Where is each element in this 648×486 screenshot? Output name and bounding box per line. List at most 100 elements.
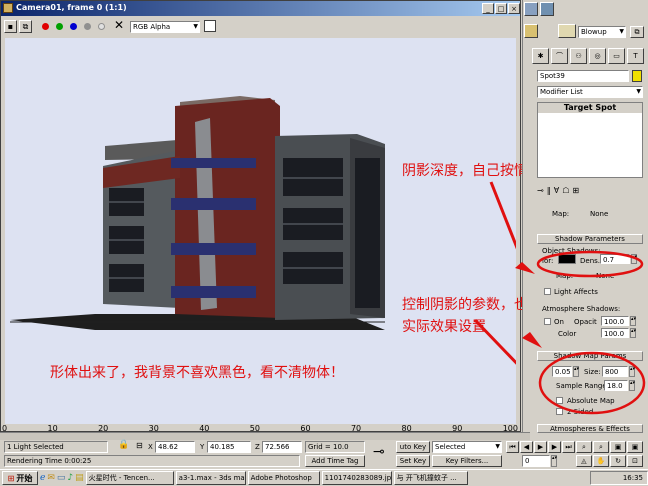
- add-time-tag-button[interactable]: Add Time Tag: [305, 455, 365, 467]
- remove-modifier-icon[interactable]: ☖: [562, 186, 569, 200]
- shadow-map-params-rollout[interactable]: Shadow Map Params: [537, 351, 643, 361]
- red-channel-icon[interactable]: [42, 23, 49, 30]
- stack-item-target-spot[interactable]: Target Spot: [538, 103, 642, 113]
- x-coordinate-field[interactable]: 48.62: [155, 441, 195, 453]
- object-name-field[interactable]: Spot39: [537, 70, 629, 82]
- key-icon[interactable]: ⊸: [373, 444, 385, 460]
- next-frame-icon[interactable]: ▶: [548, 441, 561, 453]
- configure-sets-icon[interactable]: ⊞: [572, 186, 579, 200]
- zoom-extents-icon[interactable]: ▣: [610, 441, 626, 453]
- atmos-color-spinner[interactable]: ▴▾: [630, 328, 636, 338]
- task-item[interactable]: 与 开飞机撞蚊子 ...: [393, 471, 468, 485]
- density-spinner[interactable]: ▴▾: [631, 254, 637, 264]
- play-icon[interactable]: ▶: [534, 441, 547, 453]
- size-spinner[interactable]: ▴▾: [629, 366, 635, 377]
- monochrome-icon[interactable]: [98, 23, 105, 30]
- render-last-icon[interactable]: ⧉: [630, 26, 644, 38]
- field-of-view-icon[interactable]: ◬: [576, 454, 592, 467]
- prev-frame-icon[interactable]: ◀: [520, 441, 533, 453]
- minimize-button[interactable]: _: [482, 3, 494, 14]
- channel-select[interactable]: RGB Alpha ▼: [130, 21, 200, 33]
- maximize-button[interactable]: □: [495, 3, 507, 14]
- atmos-color-input[interactable]: 100.0: [601, 328, 629, 338]
- frame-input[interactable]: 0: [522, 455, 550, 467]
- pan-icon[interactable]: ✋: [593, 454, 609, 467]
- go-to-end-icon[interactable]: ⏭: [562, 441, 575, 453]
- create-tab-icon[interactable]: ✱: [532, 48, 549, 64]
- frame-spinner[interactable]: ▴▾: [551, 455, 557, 467]
- opacity-spinner[interactable]: ▴▾: [630, 316, 636, 326]
- make-unique-icon[interactable]: ∀: [554, 186, 559, 200]
- taskbar: ⊞ 开始 ℯ ✉ ▭ ♪ ▤ 火星时代 - Tencen... a3-1.max …: [0, 469, 648, 486]
- green-channel-icon[interactable]: [56, 23, 63, 30]
- size-input[interactable]: 800: [602, 366, 628, 377]
- pin-stack-icon[interactable]: ⊸: [537, 186, 544, 200]
- set-key-button[interactable]: Set Key: [396, 455, 430, 467]
- outlook-icon[interactable]: ✉: [47, 473, 55, 483]
- render-type-select[interactable]: Blowup ▼: [578, 26, 626, 38]
- size-label: Size:: [584, 368, 601, 376]
- shadow-map-value[interactable]: None: [596, 272, 614, 280]
- opacity-input[interactable]: 100.0: [601, 316, 629, 326]
- close-button[interactable]: ×: [508, 3, 520, 14]
- density-input[interactable]: 0.7: [600, 254, 630, 264]
- render-region-icon[interactable]: [558, 24, 576, 38]
- z-coordinate-field[interactable]: 72.566: [262, 441, 302, 453]
- two-sided-checkbox[interactable]: [556, 408, 563, 415]
- absolute-map-checkbox[interactable]: [556, 397, 563, 404]
- task-item[interactable]: 火星时代 - Tencen...: [85, 471, 174, 485]
- teapot-icon[interactable]: [524, 24, 538, 38]
- copy-icon[interactable]: ⧉: [19, 20, 32, 33]
- media-icon[interactable]: ♪: [67, 473, 73, 483]
- sample-range-spinner[interactable]: ▴▾: [629, 380, 635, 391]
- orbit-icon[interactable]: ↻: [610, 454, 626, 467]
- alpha-channel-icon[interactable]: [84, 23, 91, 30]
- modify-tab-icon[interactable]: ⌒: [551, 48, 568, 64]
- transform-mode-icon[interactable]: ⊟: [136, 441, 143, 450]
- key-filters-button[interactable]: Key Filters...: [432, 455, 502, 467]
- color-swatch[interactable]: [204, 20, 216, 32]
- task-item[interactable]: 1101740283089.jp...: [321, 471, 392, 485]
- sample-range-input[interactable]: 18.0: [604, 380, 628, 391]
- task-item[interactable]: a3-1.max - 3ds ma...: [175, 471, 246, 485]
- blue-channel-icon[interactable]: [70, 23, 77, 30]
- shadow-parameters-rollout[interactable]: Shadow Parameters: [537, 234, 643, 244]
- zoom-extents-all-icon[interactable]: ▣: [627, 441, 643, 453]
- viewport-navigation: ⌕ ⌕ ▣ ▣ ◬ ✋ ↻ ⊡: [576, 441, 646, 467]
- render-window-titlebar[interactable]: Camera01, frame 0 (1:1) _ □ ×: [1, 1, 520, 16]
- atmos-effects-rollout[interactable]: Atmospheres & Effects: [537, 424, 643, 433]
- utilities-tab-icon[interactable]: T: [627, 48, 644, 64]
- folder-icon[interactable]: ▤: [75, 473, 84, 483]
- object-color-swatch[interactable]: [632, 70, 642, 82]
- bias-spinner[interactable]: ▴▾: [573, 366, 579, 377]
- hierarchy-tab-icon[interactable]: ⚇: [570, 48, 587, 64]
- atmos-on-checkbox[interactable]: [544, 318, 551, 325]
- ie-icon[interactable]: ℯ: [40, 473, 45, 483]
- key-selection-select[interactable]: Selected ▼: [432, 441, 502, 453]
- display-tab-icon[interactable]: ▭: [608, 48, 625, 64]
- auto-key-button[interactable]: uto Key: [396, 441, 430, 453]
- y-coordinate-field[interactable]: 40.185: [207, 441, 251, 453]
- zoom-icon[interactable]: ⌕: [576, 441, 592, 453]
- show-end-result-icon[interactable]: ‖: [547, 186, 551, 200]
- quick-render-button[interactable]: [540, 2, 554, 16]
- shadow-map-label: Map:: [556, 272, 574, 280]
- zoom-all-icon[interactable]: ⌕: [593, 441, 609, 453]
- modifier-list-select[interactable]: Modifier List ▼: [537, 86, 643, 98]
- map-value[interactable]: None: [590, 210, 608, 218]
- shadow-color-swatch[interactable]: [558, 254, 576, 264]
- modifier-stack[interactable]: Target Spot: [537, 102, 643, 178]
- maximize-viewport-icon[interactable]: ⊡: [627, 454, 643, 467]
- bias-input[interactable]: 0.05: [552, 366, 572, 377]
- task-item[interactable]: Adobe Photoshop: [247, 471, 320, 485]
- tick-label: 0: [2, 424, 8, 433]
- motion-tab-icon[interactable]: ◎: [589, 48, 606, 64]
- clear-icon[interactable]: ✕: [114, 18, 124, 32]
- desktop-icon[interactable]: ▭: [57, 473, 66, 483]
- light-affects-checkbox[interactable]: [544, 288, 551, 295]
- go-to-start-icon[interactable]: ⏮: [506, 441, 519, 453]
- render-button[interactable]: [524, 2, 538, 16]
- lock-icon[interactable]: 🔒: [118, 440, 129, 450]
- start-button[interactable]: ⊞ 开始: [2, 471, 38, 485]
- save-icon[interactable]: ▪: [4, 20, 17, 33]
